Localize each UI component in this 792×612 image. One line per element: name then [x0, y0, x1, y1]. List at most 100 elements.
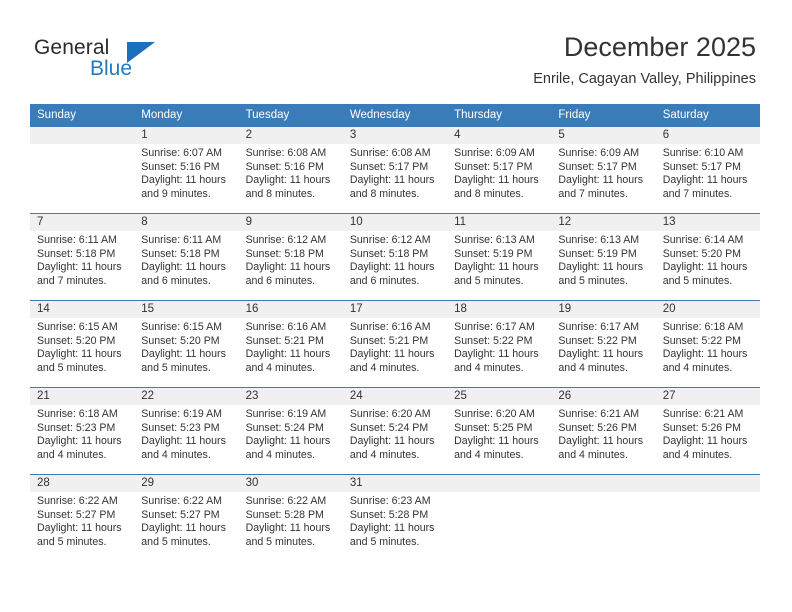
day-cell-content: 25 Sunrise: 6:20 AM Sunset: 5:25 PM Dayligh…	[447, 388, 552, 474]
daylight-text: Daylight: 11 hours and 4 minutes.	[558, 435, 644, 461]
day-number: 23	[238, 388, 343, 405]
day-sun-info: Sunrise: 6:12 AM Sunset: 5:18 PM Daylight:…	[239, 231, 343, 288]
calendar-day-cell[interactable]	[30, 126, 135, 214]
daylight-text: Daylight: 11 hours and 6 minutes.	[349, 261, 435, 287]
sunset-text: Sunset: 5:19 PM	[558, 247, 637, 260]
calendar-day-cell[interactable]: 11 Sunrise: 6:13 AM Sunset: 5:19 PM Dayligh…	[447, 213, 552, 301]
calendar-day-cell[interactable]: 1 Sunrise: 6:07 AM Sunset: 5:16 PM Daylight…	[134, 126, 239, 214]
day-number: 5	[551, 127, 656, 144]
sunrise-text: Sunrise: 6:09 AM	[454, 147, 535, 159]
calendar-day-cell[interactable]: 22 Sunrise: 6:19 AM Sunset: 5:23 PM Dayligh…	[134, 387, 239, 475]
sunset-text: Sunset: 5:26 PM	[662, 421, 742, 434]
daylight-text: Daylight: 11 hours and 7 minutes.	[37, 261, 122, 287]
day-number: 7	[30, 214, 135, 231]
calendar-day-cell[interactable]: 27 Sunrise: 6:21 AM Sunset: 5:26 PM Dayligh…	[655, 387, 760, 475]
calendar-day-cell[interactable]: 5 Sunrise: 6:09 AM Sunset: 5:17 PM Daylight…	[551, 126, 656, 214]
sunrise-text: Sunrise: 6:19 AM	[245, 408, 327, 420]
sunrise-text: Sunrise: 6:22 AM	[245, 495, 327, 507]
calendar-day-cell[interactable]: 23 Sunrise: 6:19 AM Sunset: 5:24 PM Dayligh…	[238, 387, 343, 475]
day-cell-content: 3 Sunrise: 6:08 AM Sunset: 5:17 PM Daylight…	[342, 127, 448, 213]
calendar-day-cell[interactable]: 8 Sunrise: 6:11 AM Sunset: 5:18 PM Daylight…	[134, 213, 239, 301]
day-sun-info: Sunrise: 6:21 AM Sunset: 5:26 PM Daylight:…	[656, 405, 760, 462]
day-number: 8	[134, 214, 239, 231]
day-cell-content	[447, 475, 552, 561]
weekday-header-thursday: Thursday	[447, 104, 552, 127]
day-sun-info: Sunrise: 6:16 AM Sunset: 5:21 PM Daylight:…	[239, 318, 343, 375]
calendar-day-cell[interactable]	[655, 474, 760, 561]
day-cell-content: 12 Sunrise: 6:13 AM Sunset: 5:19 PM Dayligh…	[551, 214, 656, 300]
calendar-header-row: Sunday Monday Tuesday Wednesday Thursday…	[30, 104, 760, 127]
sunset-text: Sunset: 5:23 PM	[37, 421, 116, 434]
day-cell-content: 19 Sunrise: 6:17 AM Sunset: 5:22 PM Dayligh…	[551, 301, 656, 387]
calendar-day-cell[interactable]: 19 Sunrise: 6:17 AM Sunset: 5:22 PM Dayligh…	[551, 300, 656, 388]
day-number: 15	[134, 301, 239, 318]
day-number: 1	[134, 127, 239, 144]
calendar-day-cell[interactable]: 6 Sunrise: 6:10 AM Sunset: 5:17 PM Daylight…	[655, 126, 760, 214]
day-sun-info: Sunrise: 6:08 AM Sunset: 5:17 PM Daylight:…	[343, 144, 447, 201]
calendar-day-cell[interactable]: 16 Sunrise: 6:16 AM Sunset: 5:21 PM Dayligh…	[238, 300, 343, 388]
day-number: 3	[342, 127, 448, 144]
sunrise-text: Sunrise: 6:15 AM	[37, 321, 118, 333]
calendar-week-row: 28 Sunrise: 6:22 AM Sunset: 5:27 PM Dayligh…	[30, 474, 760, 561]
day-cell-content: 7 Sunrise: 6:11 AM Sunset: 5:18 PM Daylight…	[30, 214, 135, 300]
day-cell-content: 30 Sunrise: 6:22 AM Sunset: 5:28 PM Dayligh…	[238, 475, 343, 561]
calendar-day-cell[interactable]: 10 Sunrise: 6:12 AM Sunset: 5:18 PM Dayligh…	[342, 213, 448, 301]
day-cell-content: 23 Sunrise: 6:19 AM Sunset: 5:24 PM Dayligh…	[238, 388, 343, 474]
calendar-day-cell[interactable]	[551, 474, 656, 561]
daylight-text: Daylight: 11 hours and 7 minutes.	[662, 174, 748, 200]
sunrise-text: Sunrise: 6:10 AM	[662, 147, 744, 159]
day-sun-info: Sunrise: 6:10 AM Sunset: 5:17 PM Daylight:…	[656, 144, 760, 201]
daylight-text: Daylight: 11 hours and 6 minutes.	[141, 261, 226, 287]
calendar-day-cell[interactable]: 3 Sunrise: 6:08 AM Sunset: 5:17 PM Daylight…	[342, 126, 448, 214]
sunset-text: Sunset: 5:25 PM	[454, 421, 533, 434]
brand-logo[interactable]: General Blue	[34, 36, 234, 86]
sunset-text: Sunset: 5:16 PM	[245, 160, 324, 173]
daylight-text: Daylight: 11 hours and 4 minutes.	[37, 435, 122, 461]
calendar-page: General Blue December 2025 Enrile, Cagay…	[0, 0, 792, 612]
day-cell-content: 18 Sunrise: 6:17 AM Sunset: 5:22 PM Dayligh…	[447, 301, 552, 387]
calendar-day-cell[interactable]: 15 Sunrise: 6:15 AM Sunset: 5:20 PM Dayligh…	[134, 300, 239, 388]
calendar-day-cell[interactable]: 30 Sunrise: 6:22 AM Sunset: 5:28 PM Dayligh…	[238, 474, 343, 561]
calendar-day-cell[interactable]: 12 Sunrise: 6:13 AM Sunset: 5:19 PM Dayligh…	[551, 213, 656, 301]
day-cell-content: 14 Sunrise: 6:15 AM Sunset: 5:20 PM Dayligh…	[30, 301, 135, 387]
sunrise-text: Sunrise: 6:12 AM	[245, 234, 327, 246]
sunrise-text: Sunrise: 6:16 AM	[349, 321, 431, 333]
daylight-text: Daylight: 11 hours and 8 minutes.	[349, 174, 435, 200]
calendar-day-cell[interactable]: 26 Sunrise: 6:21 AM Sunset: 5:26 PM Dayligh…	[551, 387, 656, 475]
day-sun-info: Sunrise: 6:18 AM Sunset: 5:23 PM Daylight:…	[30, 405, 134, 462]
day-cell-content: 4 Sunrise: 6:09 AM Sunset: 5:17 PM Daylight…	[447, 127, 552, 213]
calendar-day-cell[interactable]: 21 Sunrise: 6:18 AM Sunset: 5:23 PM Dayligh…	[30, 387, 135, 475]
sunset-text: Sunset: 5:20 PM	[37, 334, 116, 347]
day-cell-content	[655, 475, 760, 561]
calendar-day-cell[interactable]: 28 Sunrise: 6:22 AM Sunset: 5:27 PM Dayligh…	[30, 474, 135, 561]
calendar-day-cell[interactable]: 9 Sunrise: 6:12 AM Sunset: 5:18 PM Daylight…	[238, 213, 343, 301]
sunrise-text: Sunrise: 6:21 AM	[558, 408, 640, 420]
calendar-day-cell[interactable]: 2 Sunrise: 6:08 AM Sunset: 5:16 PM Daylight…	[238, 126, 343, 214]
day-cell-content: 21 Sunrise: 6:18 AM Sunset: 5:23 PM Dayligh…	[30, 388, 135, 474]
calendar-day-cell[interactable]	[447, 474, 552, 561]
sunrise-text: Sunrise: 6:20 AM	[349, 408, 431, 420]
calendar-day-cell[interactable]: 7 Sunrise: 6:11 AM Sunset: 5:18 PM Daylight…	[30, 213, 135, 301]
calendar-day-cell[interactable]: 18 Sunrise: 6:17 AM Sunset: 5:22 PM Dayligh…	[447, 300, 552, 388]
daylight-text: Daylight: 11 hours and 6 minutes.	[245, 261, 331, 287]
calendar-day-cell[interactable]: 4 Sunrise: 6:09 AM Sunset: 5:17 PM Daylight…	[447, 126, 552, 214]
day-cell-content: 28 Sunrise: 6:22 AM Sunset: 5:27 PM Dayligh…	[30, 475, 135, 561]
calendar-day-cell[interactable]: 31 Sunrise: 6:23 AM Sunset: 5:28 PM Dayligh…	[342, 474, 448, 561]
calendar-day-cell[interactable]: 29 Sunrise: 6:22 AM Sunset: 5:27 PM Dayligh…	[134, 474, 239, 561]
sunset-text: Sunset: 5:22 PM	[454, 334, 533, 347]
day-cell-content: 9 Sunrise: 6:12 AM Sunset: 5:18 PM Daylight…	[238, 214, 343, 300]
calendar-day-cell[interactable]: 14 Sunrise: 6:15 AM Sunset: 5:20 PM Dayligh…	[30, 300, 135, 388]
calendar-week-row: 1 Sunrise: 6:07 AM Sunset: 5:16 PM Daylight…	[30, 126, 760, 214]
weekday-header-sunday: Sunday	[30, 104, 135, 127]
sunrise-text: Sunrise: 6:18 AM	[37, 408, 118, 420]
calendar-day-cell[interactable]: 20 Sunrise: 6:18 AM Sunset: 5:22 PM Dayligh…	[655, 300, 760, 388]
sunset-text: Sunset: 5:24 PM	[245, 421, 324, 434]
sunset-text: Sunset: 5:26 PM	[558, 421, 637, 434]
calendar-day-cell[interactable]: 24 Sunrise: 6:20 AM Sunset: 5:24 PM Dayligh…	[342, 387, 448, 475]
calendar-body: 1 Sunrise: 6:07 AM Sunset: 5:16 PM Daylight…	[30, 126, 760, 561]
calendar-day-cell[interactable]: 13 Sunrise: 6:14 AM Sunset: 5:20 PM Dayligh…	[655, 213, 760, 301]
calendar-day-cell[interactable]: 17 Sunrise: 6:16 AM Sunset: 5:21 PM Dayligh…	[342, 300, 448, 388]
sunset-text: Sunset: 5:27 PM	[37, 508, 116, 521]
daylight-text: Daylight: 11 hours and 4 minutes.	[558, 348, 644, 374]
calendar-day-cell[interactable]: 25 Sunrise: 6:20 AM Sunset: 5:25 PM Dayligh…	[447, 387, 552, 475]
